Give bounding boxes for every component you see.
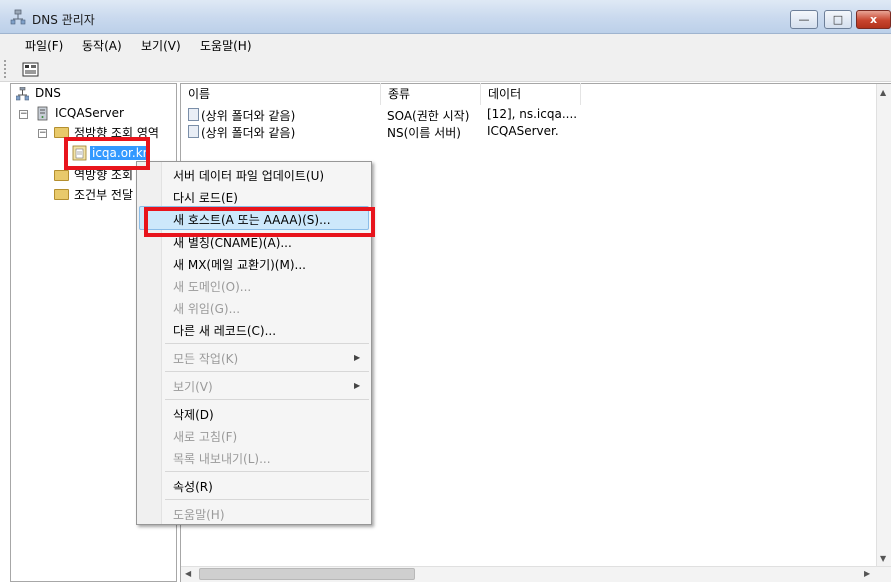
scroll-right-arrow-icon[interactable]: ▶ xyxy=(864,569,870,578)
horizontal-scroll-thumb[interactable] xyxy=(199,568,415,580)
record-name[interactable]: (상위 폴더와 같음) xyxy=(201,107,295,124)
menu-view[interactable]: 보기(V) xyxy=(141,37,181,54)
menu-bar: 파일(F) 동작(A) 보기(V) 도움말(H) xyxy=(0,34,891,56)
menu-separator xyxy=(165,499,369,500)
column-header-name[interactable]: 이름 xyxy=(181,83,381,105)
menu-item-other-new-records[interactable]: 다른 새 레코드(C)... xyxy=(173,322,276,339)
folder-icon xyxy=(54,170,69,181)
expander-server[interactable]: − xyxy=(19,110,28,119)
title-bar[interactable] xyxy=(0,0,891,34)
tree-item-conditional[interactable]: 조건부 전달 xyxy=(74,186,133,203)
tree-item-dns[interactable]: DNS xyxy=(35,86,61,100)
scroll-down-arrow-icon[interactable]: ▼ xyxy=(880,554,886,563)
red-highlight-new-host xyxy=(144,207,375,237)
record-data: [12], ns.icqa.... xyxy=(487,107,578,121)
menu-separator xyxy=(165,371,369,372)
record-icon xyxy=(188,108,199,121)
menu-item-refresh: 새로 고침(F) xyxy=(173,430,238,444)
window-title: DNS 관리자 xyxy=(32,13,95,27)
folder-icon xyxy=(54,189,69,200)
submenu-arrow-icon: ▶ xyxy=(354,353,361,362)
menu-separator xyxy=(165,399,369,400)
menu-item-view[interactable]: 보기(V) xyxy=(173,378,213,395)
red-highlight-zone xyxy=(64,137,150,170)
server-icon xyxy=(37,106,48,121)
menu-item-new-domain: 새 도메인(O)... xyxy=(173,280,252,294)
maximize-button[interactable]: □ xyxy=(824,10,852,29)
menu-separator xyxy=(165,343,369,344)
record-type: NS(이름 서버) xyxy=(387,126,461,140)
menu-item-reload[interactable]: 다시 로드(E) xyxy=(173,189,238,206)
toolbar-console-icon[interactable] xyxy=(22,61,39,78)
menu-item-properties[interactable]: 속성(R) xyxy=(173,478,213,495)
menu-item-delete[interactable]: 삭제(D) xyxy=(173,406,214,423)
dns-node-icon xyxy=(16,87,29,101)
record-name[interactable]: (상위 폴더와 같음) xyxy=(201,124,295,141)
record-data: ICQAServer. xyxy=(487,124,559,138)
menu-separator xyxy=(165,471,369,472)
scroll-left-arrow-icon[interactable]: ◀ xyxy=(185,569,191,578)
expander-forward-zone[interactable]: − xyxy=(38,129,47,138)
scroll-up-arrow-icon[interactable]: ▲ xyxy=(880,88,886,97)
toolbar xyxy=(0,56,891,82)
record-icon xyxy=(188,125,199,138)
menu-item-all-tasks[interactable]: 모든 작업(K) xyxy=(173,350,238,367)
submenu-arrow-icon: ▶ xyxy=(354,381,361,390)
minimize-button[interactable]: — xyxy=(790,10,818,29)
menu-help[interactable]: 도움말(H) xyxy=(200,37,252,54)
menu-action[interactable]: 동작(A) xyxy=(82,37,122,54)
menu-item-export-list: 목록 내보내기(L)... xyxy=(173,452,271,466)
menu-item-help[interactable]: 도움말(H) xyxy=(173,506,225,523)
menu-file[interactable]: 파일(F) xyxy=(25,37,63,54)
column-header-type[interactable]: 종류 xyxy=(381,83,481,105)
menu-item-update-data-file[interactable]: 서버 데이터 파일 업데이트(U) xyxy=(173,167,324,184)
close-button[interactable]: x xyxy=(856,10,891,29)
menu-item-new-mx[interactable]: 새 MX(메일 교환기)(M)... xyxy=(173,256,306,273)
dns-app-icon xyxy=(10,9,26,25)
vertical-scrollbar[interactable] xyxy=(876,84,891,566)
column-header-data[interactable]: 데이터 xyxy=(481,83,581,105)
menu-item-new-delegation: 새 위임(G)... xyxy=(173,302,241,316)
tree-item-server[interactable]: ICQAServer xyxy=(55,106,124,120)
record-type: SOA(권한 시작) xyxy=(387,109,470,123)
toolbar-grip xyxy=(4,60,7,78)
